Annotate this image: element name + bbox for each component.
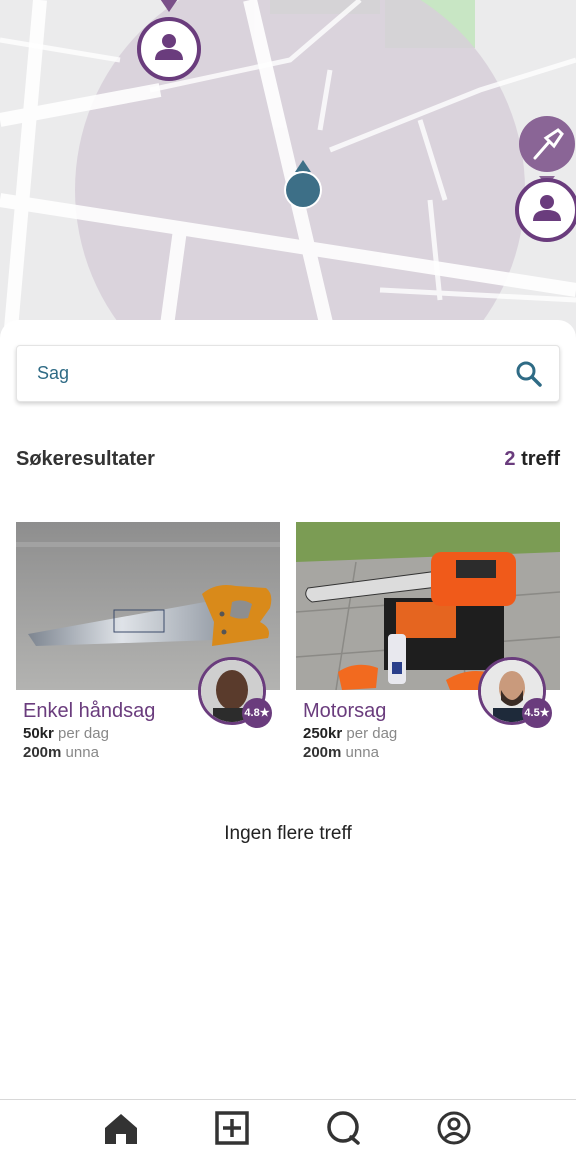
results-heading: Søkeresultater <box>16 448 155 470</box>
tool-pin-icon <box>515 116 576 242</box>
map-view[interactable] <box>0 0 576 340</box>
price-unit: per dag <box>346 725 398 742</box>
add-icon[interactable] <box>214 1110 250 1146</box>
item-price: 50kr per dag <box>23 725 109 742</box>
distance-unit: unna <box>345 744 379 761</box>
search-bar[interactable]: Sag <box>16 345 560 402</box>
price-value: 250kr <box>303 725 343 742</box>
item-distance: 200m unna <box>303 744 379 761</box>
chat-icon[interactable] <box>325 1110 361 1146</box>
distance-unit: unna <box>65 744 99 761</box>
item-title[interactable]: Motorsag <box>303 700 386 723</box>
results-count-label: treff <box>521 448 560 470</box>
home-icon[interactable] <box>103 1110 139 1146</box>
distance-value: 200m <box>23 744 62 761</box>
rating-badge: 4.8★ <box>242 698 272 728</box>
current-location-marker <box>282 158 324 212</box>
results-count-number: 2 <box>504 448 516 470</box>
profile-icon[interactable] <box>436 1110 472 1146</box>
tool-map-pin[interactable] <box>514 116 576 246</box>
item-title[interactable]: Enkel håndsag <box>23 700 155 723</box>
no-more-results: Ingen flere treff <box>224 823 352 844</box>
price-unit: per dag <box>58 725 109 742</box>
price-value: 50kr <box>23 725 54 742</box>
search-input[interactable]: Sag <box>37 346 69 401</box>
user-map-pin[interactable] <box>136 0 202 82</box>
search-icon[interactable] <box>515 360 543 388</box>
location-icon <box>284 160 322 209</box>
rating-badge: 4.5★ <box>522 698 552 728</box>
item-distance: 200m unna <box>23 744 99 761</box>
result-card[interactable]: 4.8★ Enkel håndsag 50kr per dag 200m unn… <box>16 522 280 772</box>
user-icon <box>137 0 201 81</box>
distance-value: 200m <box>303 744 342 761</box>
bottom-navigation <box>0 1099 576 1157</box>
result-card[interactable]: 4.5★ Motorsag 250kr per dag 200m unna <box>296 522 560 772</box>
item-price: 250kr per dag <box>303 725 397 742</box>
results-count: 2 treff <box>504 448 560 471</box>
